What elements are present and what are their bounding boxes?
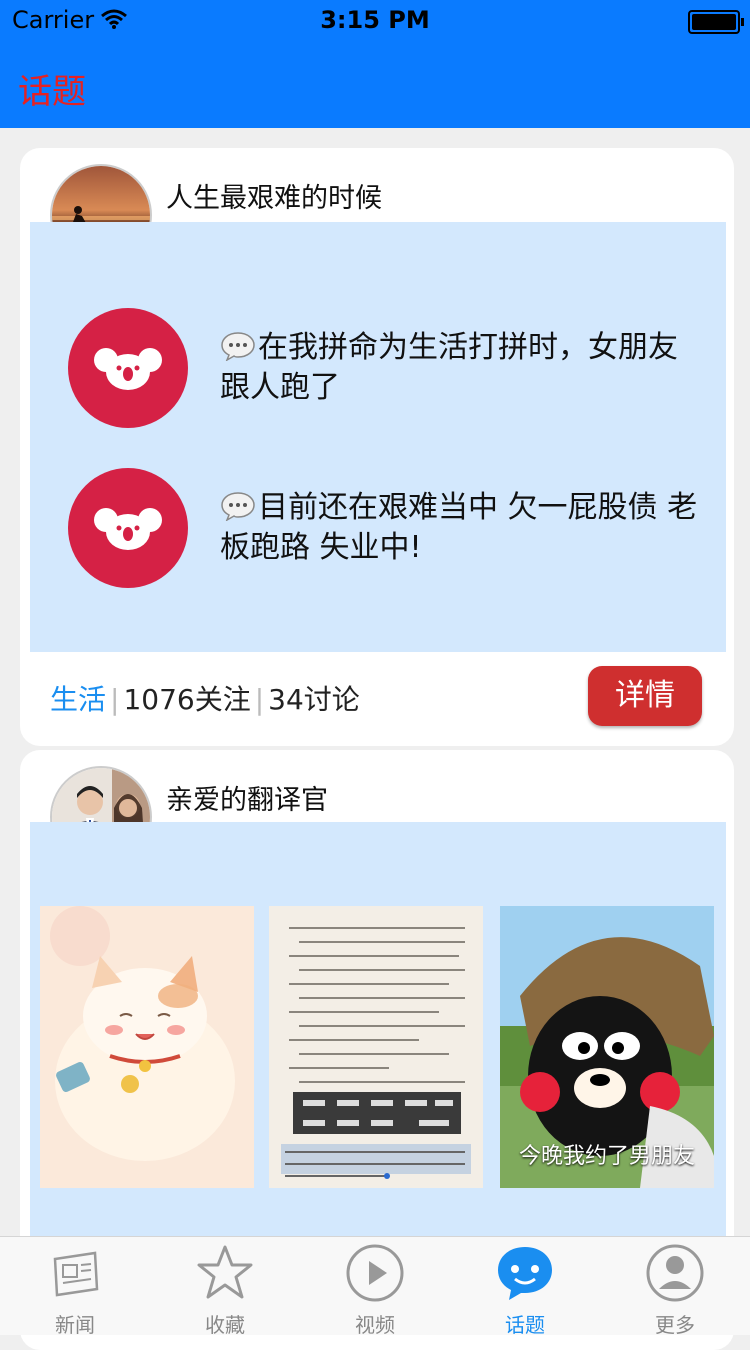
- koala-avatar-icon: [68, 468, 188, 588]
- topic-card[interactable]: 人生最艰难的时候 在我拼命为生活打拼时，女朋友跟人跑了 目前还在艰难当中 欠一屁…: [20, 148, 734, 746]
- person-icon: [646, 1244, 704, 1302]
- topic-tag[interactable]: 生活: [50, 683, 106, 716]
- comment-item[interactable]: 目前还在艰难当中 欠一屁股债 老板跑路 失业中!: [68, 468, 698, 588]
- koala-avatar-icon: [68, 308, 188, 428]
- discussion-count: 34讨论: [268, 683, 360, 716]
- chat-icon: [498, 1247, 552, 1300]
- page-title: 话题: [18, 72, 86, 112]
- topic-title: 人生最艰难的时候: [166, 183, 382, 214]
- tab-video[interactable]: 视频: [300, 1243, 450, 1337]
- clock: 3:15 PM: [320, 6, 430, 34]
- comment-body: 目前还在艰难当中 欠一屁股债 老板跑路 失业中!: [220, 490, 698, 565]
- comment-body: 在我拼命为生活打拼时，女朋友跟人跑了: [220, 330, 678, 405]
- topic-title: 亲爱的翻译官: [166, 785, 328, 816]
- topic-stats: 生活 | 1076关注 | 34讨论: [50, 678, 360, 718]
- comment-text: 目前还在艰难当中 欠一屁股债 老板跑路 失业中!: [220, 490, 700, 566]
- battery-icon: [688, 10, 744, 34]
- topic-image[interactable]: 今晚我约了男朋友: [500, 906, 714, 1188]
- detail-button[interactable]: 详情: [588, 666, 702, 726]
- star-icon: [197, 1245, 253, 1299]
- image-panel: 今晚我约了男朋友: [30, 822, 726, 1242]
- tab-bar: 新闻 收藏 视频 话题 更多: [0, 1236, 750, 1337]
- topic-image[interactable]: [40, 906, 254, 1188]
- tab-topics[interactable]: 话题: [450, 1243, 600, 1337]
- speech-bubble-icon: [220, 331, 256, 370]
- comment-text: 在我拼命为生活打拼时，女朋友跟人跑了: [220, 330, 700, 406]
- image-caption: 今晚我约了男朋友: [518, 1144, 695, 1169]
- speech-bubble-icon: [220, 491, 256, 530]
- tab-favorites[interactable]: 收藏: [150, 1243, 300, 1337]
- tab-news[interactable]: 新闻: [0, 1243, 150, 1337]
- follower-count: 1076关注: [123, 683, 251, 716]
- status-bar: Carrier 3:15 PM: [0, 0, 750, 40]
- nav-bar: Carrier 3:15 PM 话题: [0, 0, 750, 128]
- divider: |: [254, 683, 265, 716]
- tab-more[interactable]: 更多: [600, 1243, 750, 1337]
- newspaper-icon: [53, 1251, 99, 1297]
- divider: |: [110, 683, 120, 716]
- play-icon: [346, 1244, 404, 1302]
- comment-item[interactable]: 在我拼命为生活打拼时，女朋友跟人跑了: [68, 308, 698, 428]
- topic-image[interactable]: [269, 906, 483, 1188]
- comment-panel: 在我拼命为生活打拼时，女朋友跟人跑了 目前还在艰难当中 欠一屁股债 老板跑路 失…: [30, 222, 726, 652]
